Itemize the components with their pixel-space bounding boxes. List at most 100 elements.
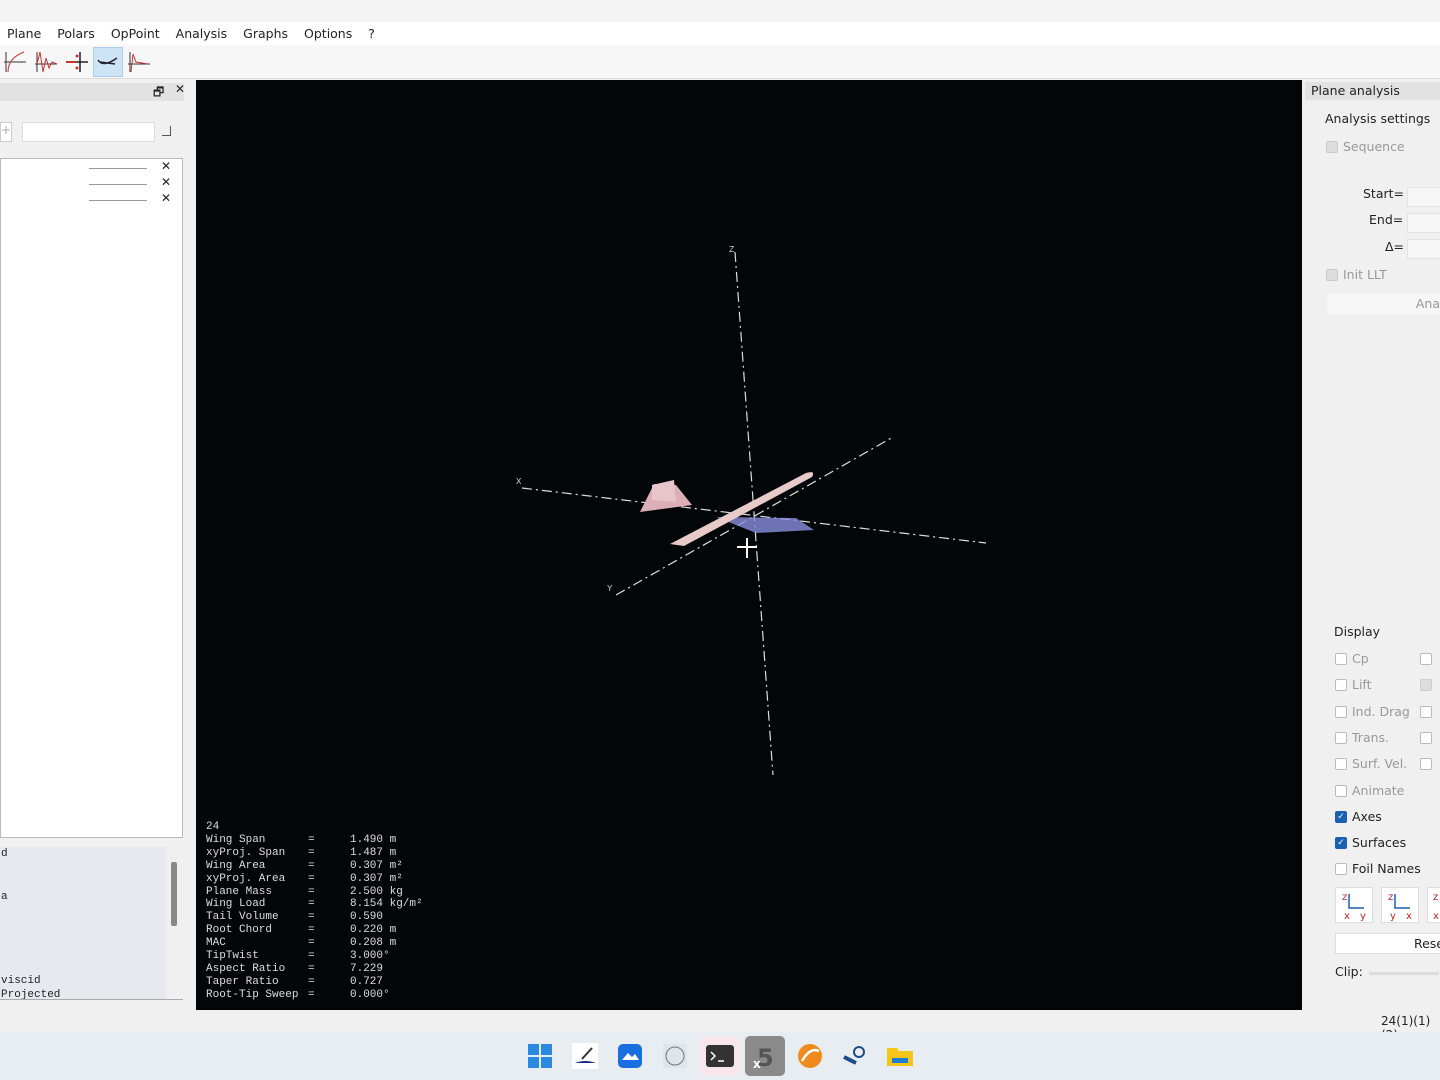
taskbar-app[interactable] bbox=[790, 1036, 830, 1076]
display-checkbox[interactable] bbox=[1335, 653, 1347, 665]
analyze-button[interactable]: Ana bbox=[1327, 294, 1440, 314]
delete-icon[interactable]: ✕ bbox=[161, 175, 171, 189]
start-input[interactable] bbox=[1407, 187, 1440, 207]
taskbar-x5[interactable]: 5x bbox=[745, 1036, 785, 1076]
view-xz-button[interactable]: zx bbox=[1427, 887, 1440, 923]
taskbar-terminal[interactable] bbox=[700, 1036, 740, 1076]
polar-view-icon bbox=[4, 51, 26, 72]
display-checkbox[interactable] bbox=[1335, 705, 1347, 718]
display-checkbox-col2[interactable] bbox=[1420, 758, 1432, 771]
float-icon[interactable]: 🗗 bbox=[153, 83, 164, 104]
display-checkbox-col2[interactable] bbox=[1420, 653, 1432, 665]
steam-icon bbox=[843, 1046, 865, 1065]
list-item[interactable]: ✕ bbox=[89, 191, 179, 206]
cloud-app-icon bbox=[618, 1044, 642, 1068]
view-yx-button[interactable]: zyx bbox=[1381, 887, 1419, 923]
display-checkbox-col2[interactable] bbox=[1420, 731, 1432, 744]
property-eq: = bbox=[308, 833, 315, 846]
property-row: Wing Span = 1.490 m bbox=[206, 834, 423, 847]
property-eq: = bbox=[308, 872, 315, 885]
display-label: Surfaces bbox=[1352, 835, 1407, 851]
property-value: 0.727 bbox=[350, 975, 384, 988]
sequence-checkbox[interactable] bbox=[1326, 141, 1338, 153]
close-icon[interactable]: ✕ bbox=[175, 82, 185, 96]
display-checkbox[interactable]: ✓ bbox=[1335, 810, 1347, 823]
property-name: Tail Volume bbox=[206, 911, 279, 924]
3d-view-button[interactable] bbox=[93, 46, 123, 77]
taskbar-app[interactable] bbox=[610, 1036, 650, 1076]
stability-view-icon bbox=[128, 51, 150, 72]
svg-text:z: z bbox=[1388, 892, 1393, 903]
property-row: Taper Ratio = 0.727 bbox=[206, 976, 423, 989]
display-checkbox[interactable] bbox=[1335, 731, 1347, 744]
property-value: 3.000° bbox=[350, 950, 390, 963]
menu-polars[interactable]: Polars bbox=[57, 26, 95, 41]
resize-handle-icon[interactable] bbox=[162, 126, 171, 136]
property-eq: = bbox=[308, 846, 315, 859]
taskbar: 5x bbox=[0, 1032, 1440, 1080]
menu-oppoint[interactable]: OpPoint bbox=[111, 26, 160, 41]
init-llt-checkbox[interactable] bbox=[1326, 269, 1338, 281]
3d-view-icon bbox=[97, 56, 118, 65]
info-line: d bbox=[1, 848, 8, 860]
end-input[interactable] bbox=[1407, 213, 1440, 233]
title-bar bbox=[0, 0, 1440, 22]
axes-xzy-icon: zx y bbox=[1342, 892, 1366, 922]
menu-analysis[interactable]: Analysis bbox=[176, 26, 228, 41]
delete-icon[interactable]: ✕ bbox=[161, 191, 171, 205]
display-checkbox[interactable] bbox=[1335, 758, 1347, 771]
view-xy-button[interactable]: zxy bbox=[1335, 887, 1373, 923]
clip-slider[interactable] bbox=[1369, 972, 1439, 975]
display-checkbox-col2[interactable] bbox=[1420, 679, 1432, 692]
plane-id: 24 bbox=[206, 821, 220, 833]
property-name: Aspect Ratio bbox=[206, 962, 286, 975]
svg-text:y: y bbox=[1390, 911, 1396, 922]
display-label: Animate bbox=[1352, 782, 1405, 798]
list-item[interactable]: ✕ bbox=[89, 175, 179, 190]
taskbar-app[interactable] bbox=[655, 1036, 695, 1076]
stability-view-button[interactable] bbox=[124, 47, 154, 77]
property-name: Root-Tip Sweep bbox=[206, 988, 299, 1001]
display-checkbox[interactable]: ✓ bbox=[1335, 837, 1347, 850]
property-row: xyProj. Area = 0.307 m² bbox=[206, 873, 423, 886]
vertical-tail bbox=[652, 480, 676, 502]
menu-options[interactable]: Options bbox=[304, 26, 352, 41]
display-checkbox[interactable] bbox=[1335, 863, 1347, 876]
list-item[interactable]: ✕ bbox=[89, 159, 179, 174]
add-icon[interactable]: + bbox=[0, 122, 12, 142]
orange-app-icon bbox=[798, 1044, 822, 1068]
property-value: 0.208 m bbox=[350, 937, 397, 950]
start-label: Start= bbox=[1363, 186, 1405, 201]
delete-icon[interactable]: ✕ bbox=[161, 159, 171, 173]
reset-view-button[interactable]: Rese bbox=[1335, 933, 1440, 954]
clip-label: Clip: bbox=[1335, 964, 1363, 979]
cp-view-button[interactable] bbox=[62, 47, 92, 77]
plane-name-input[interactable] bbox=[22, 122, 155, 142]
file-explorer-icon bbox=[887, 1048, 913, 1066]
menu-plane[interactable]: Plane bbox=[7, 26, 41, 41]
taskbar-steam[interactable] bbox=[835, 1036, 875, 1076]
scrollbar[interactable] bbox=[171, 862, 177, 926]
menu-help[interactable]: ? bbox=[368, 26, 375, 41]
init-llt-label: Init LLT bbox=[1343, 267, 1387, 282]
delta-input[interactable] bbox=[1407, 239, 1440, 259]
display-checkbox-col2[interactable] bbox=[1420, 705, 1432, 718]
property-eq: = bbox=[308, 975, 315, 988]
taskbar-app[interactable] bbox=[565, 1036, 605, 1076]
toolbar bbox=[0, 45, 1440, 79]
property-value: 2.500 kg bbox=[350, 885, 403, 898]
display-label: Surf. Vel. bbox=[1352, 756, 1408, 772]
property-name: Wing Load bbox=[206, 898, 266, 911]
property-value: 7.229 bbox=[350, 962, 384, 975]
property-row: Wing Area = 0.307 m² bbox=[206, 860, 423, 873]
start-button[interactable] bbox=[520, 1036, 560, 1076]
polar-view-button[interactable] bbox=[0, 47, 30, 77]
taskbar-explorer[interactable] bbox=[880, 1036, 920, 1076]
opp-view-button[interactable] bbox=[31, 47, 61, 77]
svg-text:x: x bbox=[1406, 911, 1412, 922]
svg-text:y: y bbox=[1360, 911, 1366, 922]
display-checkbox[interactable] bbox=[1335, 679, 1347, 692]
menu-graphs[interactable]: Graphs bbox=[243, 26, 288, 41]
axes-yzx-icon: zy x bbox=[1388, 892, 1412, 922]
display-checkbox[interactable] bbox=[1335, 784, 1347, 797]
